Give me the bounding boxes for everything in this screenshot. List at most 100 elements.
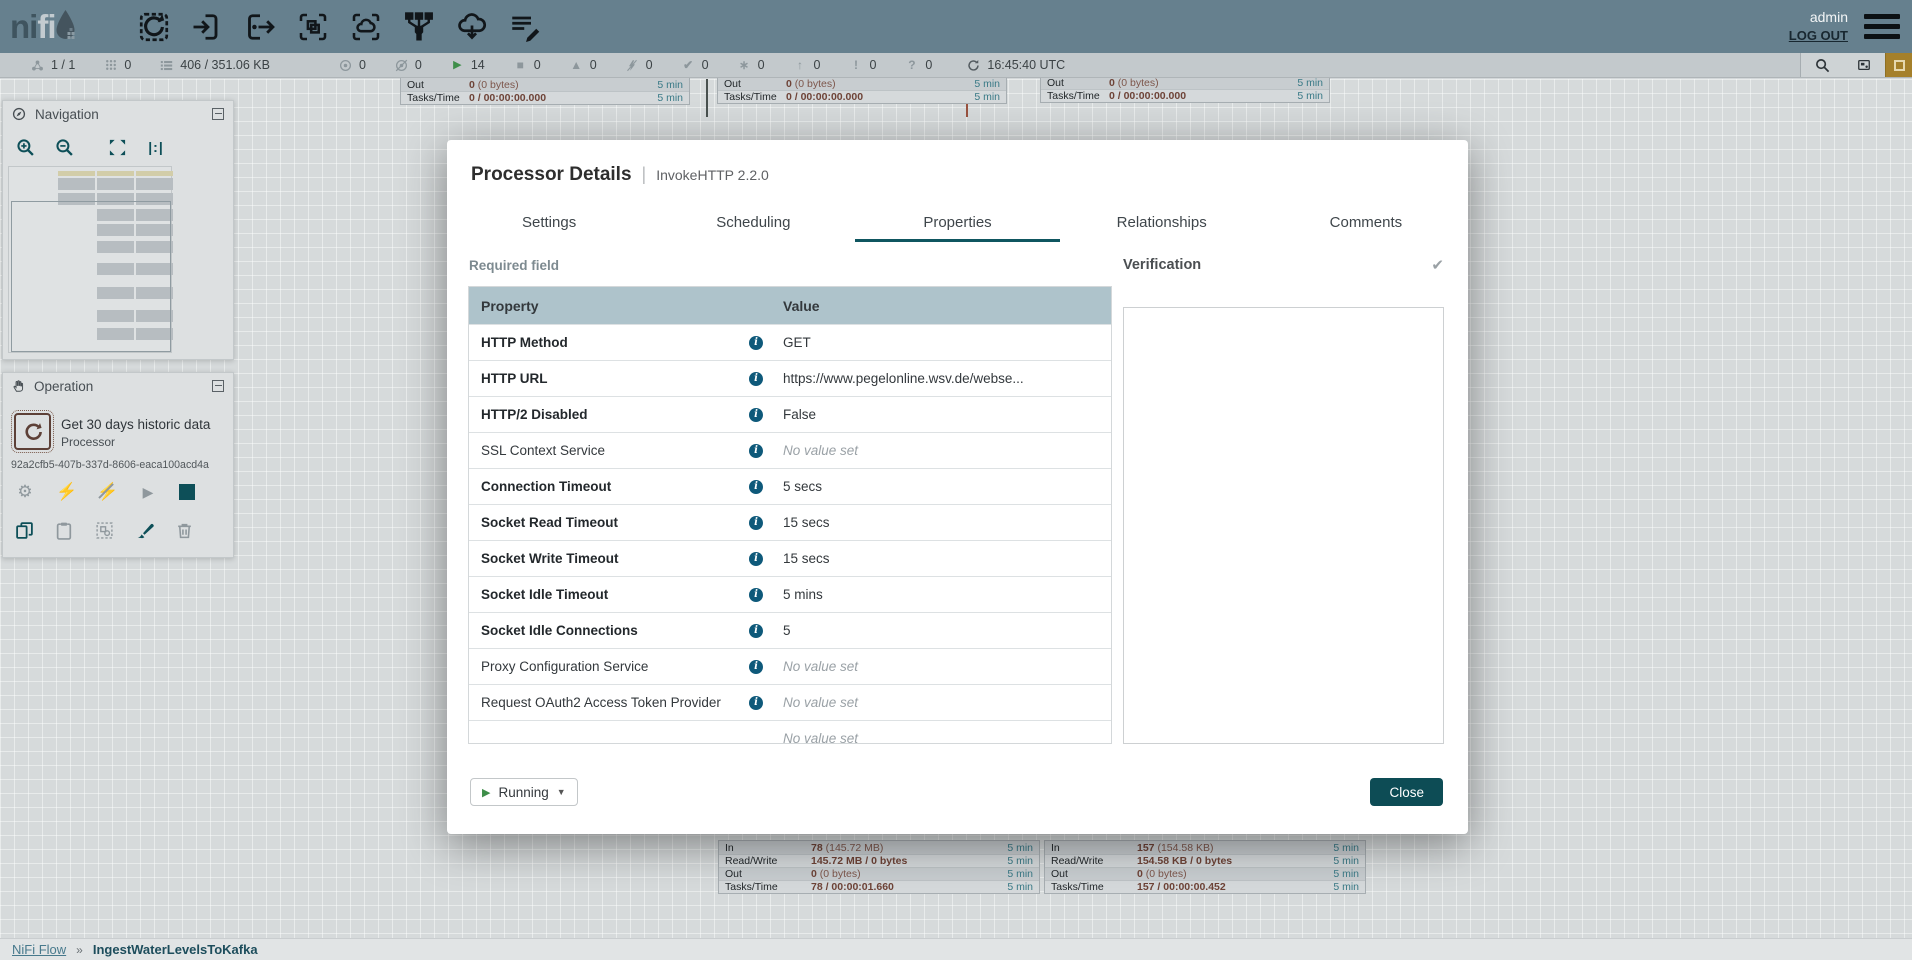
tab-label: Comments bbox=[1330, 214, 1403, 231]
stat-value: 154.58 KB / 0 bytes bbox=[1137, 855, 1325, 867]
verify-check-icon[interactable]: ✔ bbox=[1431, 256, 1444, 274]
status-count: 0 bbox=[814, 58, 821, 72]
panel-toggle-icon bbox=[1894, 60, 1905, 71]
run-status-dropdown[interactable]: ▶ Running ▼ bbox=[470, 778, 578, 806]
stat-time-window: 5 min bbox=[1333, 842, 1359, 854]
global-menu-icon[interactable] bbox=[1864, 14, 1900, 39]
birdseye-icon bbox=[1857, 58, 1871, 72]
tab-settings[interactable]: Settings bbox=[447, 202, 651, 242]
property-row: HTTP/2 DisablediFalse bbox=[469, 396, 1111, 432]
property-value: 5 bbox=[769, 623, 1111, 638]
bulletin-panel-toggle[interactable] bbox=[1885, 53, 1912, 77]
start-button[interactable]: ▶ bbox=[138, 485, 158, 499]
stat-value: 78 / 00:00:01.660 bbox=[811, 881, 999, 893]
refresh-status[interactable]: 16:45:40 UTC bbox=[966, 58, 1065, 72]
property-name: Socket Idle Connectionsi bbox=[469, 623, 769, 638]
stop-button[interactable] bbox=[179, 484, 195, 500]
info-icon[interactable]: i bbox=[749, 336, 763, 350]
delete-button[interactable] bbox=[175, 521, 194, 540]
compass-icon bbox=[12, 107, 26, 121]
zoom-in-button[interactable] bbox=[13, 136, 37, 158]
change-color-button[interactable] bbox=[135, 521, 154, 540]
tab-label: Relationships bbox=[1117, 214, 1207, 231]
status-count: 0 bbox=[758, 58, 765, 72]
search-button[interactable] bbox=[1801, 53, 1843, 77]
output-port-tool-icon[interactable] bbox=[242, 9, 278, 45]
close-button[interactable]: Close bbox=[1370, 778, 1443, 806]
cluster-icon bbox=[30, 59, 45, 72]
property-row: Socket Idle Timeouti5 mins bbox=[469, 576, 1111, 612]
logout-link[interactable]: LOG OUT bbox=[1789, 27, 1848, 45]
info-icon[interactable]: i bbox=[749, 696, 763, 710]
processor-stats[interactable]: In157 (154.58 KB)5 minRead/Write154.58 K… bbox=[1044, 840, 1366, 894]
info-icon[interactable]: i bbox=[749, 516, 763, 530]
processor-stats[interactable]: Out0 (0 bytes)5 minTasks/Time0 / 00:00:0… bbox=[400, 77, 690, 105]
info-icon[interactable]: i bbox=[749, 552, 763, 566]
status-bar: 1 / 10406 / 351.06 KB00▶14■0▲00✔0∗0↑0!0?… bbox=[0, 53, 1912, 78]
copy-button[interactable] bbox=[15, 521, 34, 540]
locally-modified-status: ∗0 bbox=[737, 58, 765, 72]
selected-component-type: Processor bbox=[61, 435, 115, 449]
last-refresh-time: 16:45:40 UTC bbox=[987, 58, 1065, 72]
stat-label: In bbox=[725, 842, 811, 854]
zoom-actual-button[interactable]: |:| bbox=[144, 136, 168, 158]
label-tool-icon[interactable] bbox=[507, 9, 543, 45]
stat-row: Tasks/Time0 / 00:00:00.0005 min bbox=[401, 91, 689, 104]
info-icon[interactable]: i bbox=[749, 444, 763, 458]
stat-time-window: 5 min bbox=[1297, 90, 1323, 102]
paste-button[interactable] bbox=[55, 521, 74, 540]
not-transmitting-icon bbox=[394, 59, 409, 72]
chevron-down-icon: ▼ bbox=[557, 787, 566, 797]
property-value: GET bbox=[769, 335, 1111, 350]
processor-stats[interactable]: In78 (145.72 MB)5 minRead/Write145.72 MB… bbox=[718, 840, 1040, 894]
stat-label: Read/Write bbox=[725, 855, 811, 867]
stat-row: Read/Write145.72 MB / 0 bytes5 min bbox=[719, 854, 1039, 867]
processor-stats[interactable]: Out0 (0 bytes)5 minTasks/Time0 / 00:00:0… bbox=[1040, 75, 1330, 103]
remote-process-group-tool-icon[interactable] bbox=[348, 9, 384, 45]
property-name: Connection Timeouti bbox=[469, 479, 769, 494]
cloud-import-tool-icon[interactable] bbox=[454, 9, 490, 45]
property-name: HTTP URLi bbox=[469, 371, 769, 386]
stat-row: Out0 (0 bytes)5 min bbox=[718, 77, 1006, 90]
property-name: HTTP Methodi bbox=[469, 335, 769, 350]
zoom-fit-button[interactable] bbox=[105, 136, 129, 158]
info-icon[interactable]: i bbox=[749, 480, 763, 494]
zoom-out-button[interactable] bbox=[52, 136, 76, 158]
processor-tool-icon[interactable] bbox=[136, 9, 172, 45]
disable-button[interactable]: ⚡ bbox=[97, 483, 117, 500]
info-icon[interactable]: i bbox=[749, 372, 763, 386]
stat-label: Out bbox=[1047, 77, 1109, 89]
info-icon[interactable]: i bbox=[749, 588, 763, 602]
enable-button[interactable]: ⚡ bbox=[56, 483, 76, 500]
cluster-status: 1 / 1 bbox=[30, 58, 75, 72]
locally-modified-stale-icon: ! bbox=[848, 59, 863, 71]
input-port-tool-icon[interactable] bbox=[189, 9, 225, 45]
refresh-icon bbox=[966, 59, 981, 72]
minimap-viewport[interactable] bbox=[11, 201, 171, 352]
breadcrumb-root-link[interactable]: NiFi Flow bbox=[12, 942, 66, 957]
transmitting-status: 0 bbox=[338, 58, 366, 72]
tab-comments[interactable]: Comments bbox=[1264, 202, 1468, 242]
configure-button[interactable]: ⚙ bbox=[15, 483, 35, 500]
stat-row: Out0 (0 bytes)5 min bbox=[719, 867, 1039, 880]
tab-properties[interactable]: Properties bbox=[855, 202, 1059, 242]
collapse-navigation-button[interactable] bbox=[212, 108, 224, 120]
tab-scheduling[interactable]: Scheduling bbox=[651, 202, 855, 242]
processor-stats[interactable]: Out0 (0 bytes)5 minTasks/Time0 / 00:00:0… bbox=[717, 76, 1007, 104]
info-icon[interactable]: i bbox=[749, 408, 763, 422]
group-button[interactable] bbox=[95, 521, 114, 540]
collapse-operation-button[interactable] bbox=[212, 380, 224, 392]
process-group-tool-icon[interactable] bbox=[295, 9, 331, 45]
verification-label: Verification bbox=[1123, 257, 1201, 273]
info-icon[interactable]: i bbox=[749, 624, 763, 638]
property-name: Socket Write Timeouti bbox=[469, 551, 769, 566]
birdseye-button[interactable] bbox=[1843, 53, 1885, 77]
required-field-label: Required field bbox=[469, 258, 559, 273]
funnel-tool-icon[interactable] bbox=[401, 9, 437, 45]
tab-relationships[interactable]: Relationships bbox=[1060, 202, 1264, 242]
minimap-node bbox=[136, 178, 173, 190]
stopped-status: ■0 bbox=[513, 58, 541, 72]
tab-label: Properties bbox=[923, 214, 991, 231]
info-icon[interactable]: i bbox=[749, 660, 763, 674]
property-value: False bbox=[769, 407, 1111, 422]
